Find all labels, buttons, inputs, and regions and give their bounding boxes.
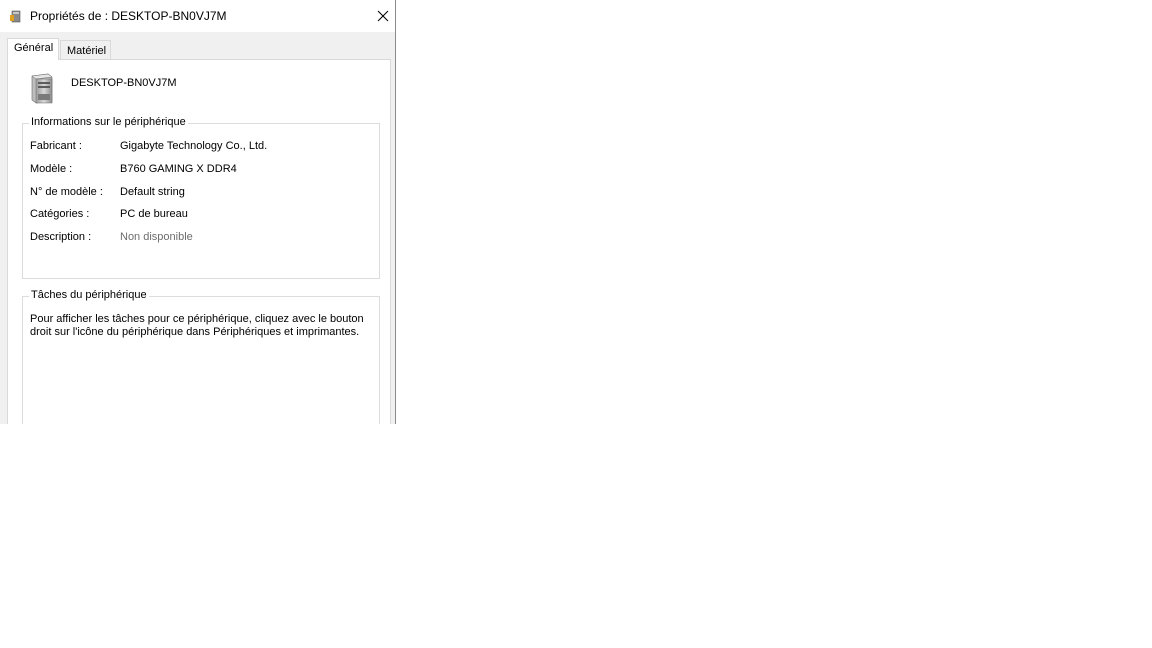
- model-number-value: Default string: [120, 186, 185, 198]
- tab-hardware[interactable]: Matériel: [60, 40, 111, 59]
- general-tab-panel: DESKTOP-BN0VJ7M Informations sur le péri…: [7, 59, 391, 424]
- description-label: Description :: [30, 231, 92, 243]
- device-info-legend: Informations sur le périphérique: [29, 116, 188, 128]
- close-icon: [370, 10, 395, 31]
- device-tasks-text: Pour afficher les tâches pour ce périphé…: [30, 313, 364, 338]
- categories-label: Catégories :: [30, 208, 90, 220]
- model-value: B760 GAMING X DDR4: [120, 163, 237, 175]
- model-label: Modèle :: [30, 163, 73, 175]
- device-tasks-legend: Tâches du périphérique: [29, 289, 149, 301]
- categories-value: PC de bureau: [120, 208, 188, 220]
- manufacturer-value: Gigabyte Technology Co., Ltd.: [120, 140, 268, 152]
- close-button[interactable]: [370, 4, 395, 31]
- tab-general[interactable]: Général: [7, 38, 59, 60]
- device-name: DESKTOP-BN0VJ7M: [71, 77, 177, 89]
- window-title: Propriétés de : DESKTOP-BN0VJ7M: [30, 9, 227, 23]
- model-number-label: N° de modèle :: [30, 186, 103, 198]
- computer-icon: [9, 9, 23, 23]
- properties-dialog: Propriétés de : DESKTOP-BN0VJ7M Général …: [0, 0, 396, 424]
- description-value: Non disponible: [120, 231, 193, 243]
- title-bar[interactable]: Propriétés de : DESKTOP-BN0VJ7M: [0, 0, 395, 32]
- device-info-group: Informations sur le périphérique Fabrica…: [22, 116, 380, 279]
- device-tasks-group: Tâches du périphérique Pour afficher les…: [22, 289, 380, 424]
- computer-tower-icon: [28, 72, 54, 104]
- manufacturer-label: Fabricant :: [30, 140, 82, 152]
